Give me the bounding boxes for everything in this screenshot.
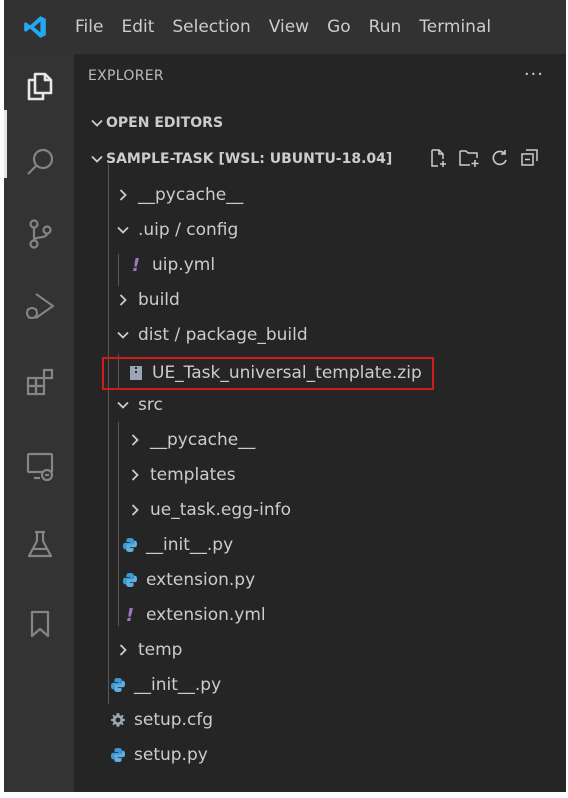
tree-file-extension-py[interactable]: extension.py bbox=[120, 563, 255, 597]
explorer-title: EXPLORER bbox=[88, 68, 164, 84]
tree-label: uip.yml bbox=[152, 255, 216, 275]
python-file-icon bbox=[108, 675, 128, 695]
tree-folder-temp[interactable]: temp bbox=[114, 633, 182, 667]
menu-file[interactable]: File bbox=[66, 0, 112, 54]
extensions-icon[interactable] bbox=[20, 362, 60, 402]
gear-icon bbox=[108, 710, 128, 730]
tree-file-src-init-py[interactable]: __init__.py bbox=[120, 528, 233, 562]
tree-folder-src-pycache[interactable]: __pycache__ bbox=[126, 423, 255, 457]
tree-label: __pycache__ bbox=[138, 185, 244, 205]
more-actions-icon[interactable]: ··· bbox=[524, 64, 544, 85]
python-file-icon bbox=[108, 745, 128, 765]
vscode-window: File Edit Selection View Go Run Terminal bbox=[4, 0, 566, 792]
python-file-icon bbox=[120, 535, 140, 555]
active-indicator bbox=[4, 110, 7, 178]
tree-folder-egg-info[interactable]: ue_task.egg-info bbox=[126, 493, 291, 527]
menu-run[interactable]: Run bbox=[360, 0, 411, 54]
yaml-file-icon: ! bbox=[125, 604, 135, 626]
open-editors-section[interactable]: OPEN EDITORS bbox=[88, 114, 223, 132]
testing-flask-icon[interactable] bbox=[20, 524, 60, 564]
title-bar: File Edit Selection View Go Run Terminal bbox=[4, 0, 566, 54]
tree-label: templates bbox=[150, 465, 236, 485]
tree-file-setup-py[interactable]: setup.py bbox=[108, 738, 208, 772]
menu-terminal[interactable]: Terminal bbox=[410, 0, 500, 54]
activity-bar bbox=[4, 54, 74, 792]
yaml-file-icon: ! bbox=[131, 254, 141, 276]
menu-go[interactable]: Go bbox=[318, 0, 360, 54]
tree-label: __pycache__ bbox=[150, 430, 256, 450]
tree-folder-templates[interactable]: templates bbox=[126, 458, 236, 492]
tree-label: setup.py bbox=[134, 745, 208, 765]
python-file-icon bbox=[120, 570, 140, 590]
tree-file-uip-yml[interactable]: ! uip.yml bbox=[126, 248, 215, 282]
new-file-icon[interactable] bbox=[428, 148, 448, 172]
tree-file-init-py[interactable]: __init__.py bbox=[108, 668, 221, 702]
chevron-right-icon bbox=[126, 501, 144, 519]
indent-guide bbox=[118, 254, 119, 286]
run-debug-icon[interactable] bbox=[20, 286, 60, 326]
tree-label: .uip / config bbox=[138, 220, 239, 240]
menu-edit[interactable]: Edit bbox=[112, 0, 163, 54]
tree-folder-pycache[interactable]: __pycache__ bbox=[114, 178, 243, 212]
explorer-files-icon[interactable] bbox=[20, 66, 60, 106]
chevron-right-icon bbox=[114, 641, 132, 659]
tree-label: build bbox=[138, 290, 180, 310]
tree-folder-build[interactable]: build bbox=[114, 283, 180, 317]
chevron-right-icon bbox=[126, 466, 144, 484]
chevron-down-icon bbox=[114, 396, 132, 414]
highlight-box bbox=[102, 357, 434, 390]
tree-label: extension.yml bbox=[146, 605, 266, 625]
explorer-sidebar: EXPLORER ··· OPEN EDITORS SAMPLE-TASK [W… bbox=[74, 54, 566, 792]
open-editors-label: OPEN EDITORS bbox=[106, 115, 224, 131]
indent-guide bbox=[118, 422, 119, 626]
tree-label: src bbox=[138, 395, 163, 415]
vscode-logo-icon bbox=[4, 0, 66, 54]
tree-label: setup.cfg bbox=[134, 710, 214, 730]
tree-file-setup-cfg[interactable]: setup.cfg bbox=[108, 703, 213, 737]
tree-folder-src[interactable]: src bbox=[114, 388, 163, 422]
menu-selection[interactable]: Selection bbox=[163, 0, 259, 54]
refresh-icon[interactable] bbox=[490, 148, 510, 172]
bookmark-icon[interactable] bbox=[20, 604, 60, 644]
chevron-down-icon bbox=[114, 326, 132, 344]
collapse-all-icon[interactable] bbox=[520, 148, 540, 172]
tree-label: temp bbox=[138, 640, 183, 660]
chevron-right-icon bbox=[114, 186, 132, 204]
workspace-actions bbox=[428, 148, 540, 172]
tree-file-extension-yml[interactable]: ! extension.yml bbox=[120, 598, 266, 632]
chevron-down-icon bbox=[88, 150, 106, 168]
new-folder-icon[interactable] bbox=[458, 148, 480, 172]
workspace-label: SAMPLE-TASK [WSL: UBUNTU-18.04] bbox=[106, 151, 393, 167]
chevron-down-icon bbox=[114, 221, 132, 239]
tree-label: dist / package_build bbox=[138, 325, 308, 345]
chevron-down-icon bbox=[88, 114, 106, 132]
search-icon[interactable] bbox=[20, 142, 60, 182]
chevron-right-icon bbox=[114, 291, 132, 309]
tree-label: ue_task.egg-info bbox=[150, 500, 291, 520]
tree-folder-dist-package-build[interactable]: dist / package_build bbox=[114, 318, 308, 352]
tree-label: __init__.py bbox=[146, 535, 234, 555]
source-control-icon[interactable] bbox=[20, 214, 60, 254]
menu-view[interactable]: View bbox=[260, 0, 318, 54]
indent-guide bbox=[108, 164, 109, 704]
workspace-section[interactable]: SAMPLE-TASK [WSL: UBUNTU-18.04] bbox=[88, 150, 392, 168]
tree-label: __init__.py bbox=[134, 675, 222, 695]
tree-label: extension.py bbox=[146, 570, 256, 590]
chevron-right-icon bbox=[126, 431, 144, 449]
remote-explorer-icon[interactable] bbox=[20, 446, 60, 486]
tree-folder-uip-config[interactable]: .uip / config bbox=[114, 213, 238, 247]
